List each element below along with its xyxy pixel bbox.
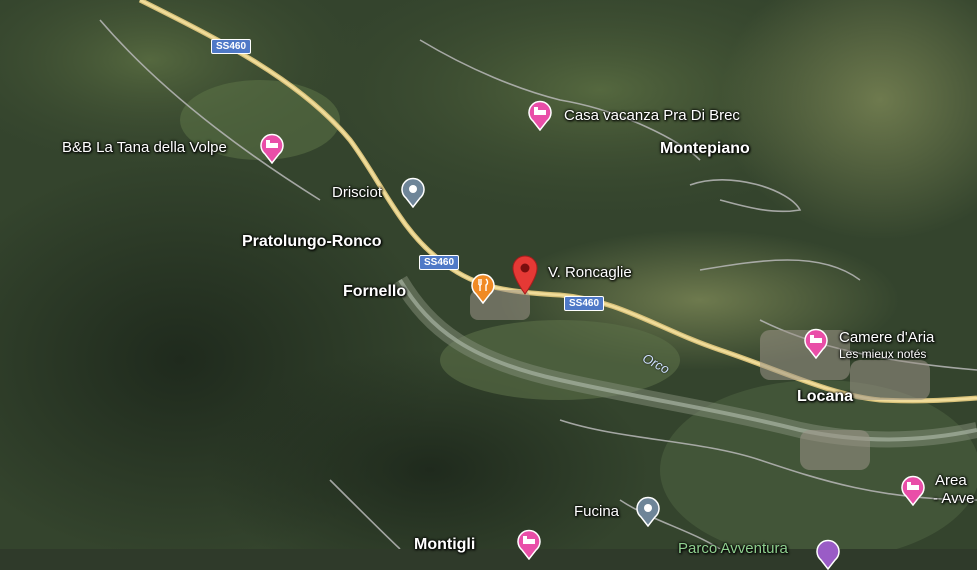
poi-sublabel-area: - Avve <box>933 490 975 507</box>
place-label-montigli[interactable]: Montigli <box>414 536 475 554</box>
bed-icon[interactable] <box>803 327 829 359</box>
attraction-icon[interactable] <box>815 538 841 570</box>
poi-label-drisciot[interactable]: Drisciot <box>332 184 382 201</box>
poi-label-v-roncaglie[interactable]: V. Roncaglie <box>548 264 632 281</box>
bed-icon[interactable] <box>516 528 542 560</box>
bed-icon[interactable] <box>259 132 285 164</box>
landmark-icon[interactable] <box>400 176 426 208</box>
place-label-pratolungo-ronco[interactable]: Pratolungo-Ronco <box>242 233 382 251</box>
location-pin-icon[interactable] <box>510 253 540 295</box>
poi-label-bb-la-tana-della-volpe[interactable]: B&B La Tana della Volpe <box>62 139 227 156</box>
bed-icon[interactable] <box>527 99 553 131</box>
route-shield: SS460 <box>211 39 252 54</box>
poi-label-fucina[interactable]: Fucina <box>574 503 619 520</box>
poi-label-camere-daria[interactable]: Camere d'Aria <box>839 329 934 346</box>
restaurant-icon[interactable] <box>470 272 496 304</box>
place-label-montepiano[interactable]: Montepiano <box>660 140 750 158</box>
landmark-icon[interactable] <box>635 495 661 527</box>
bed-icon[interactable] <box>900 474 926 506</box>
place-label-locana[interactable]: Locana <box>797 388 853 406</box>
poi-label-area[interactable]: Area <box>935 472 967 489</box>
poi-sublabel-top-rated: Les mieux notés <box>839 347 927 361</box>
route-shield: SS460 <box>564 296 605 311</box>
poi-label-casa-vacanza[interactable]: Casa vacanza Pra Di Brec <box>564 107 740 124</box>
route-shield: SS460 <box>419 255 460 270</box>
place-label-fornello[interactable]: Fornello <box>343 283 406 301</box>
